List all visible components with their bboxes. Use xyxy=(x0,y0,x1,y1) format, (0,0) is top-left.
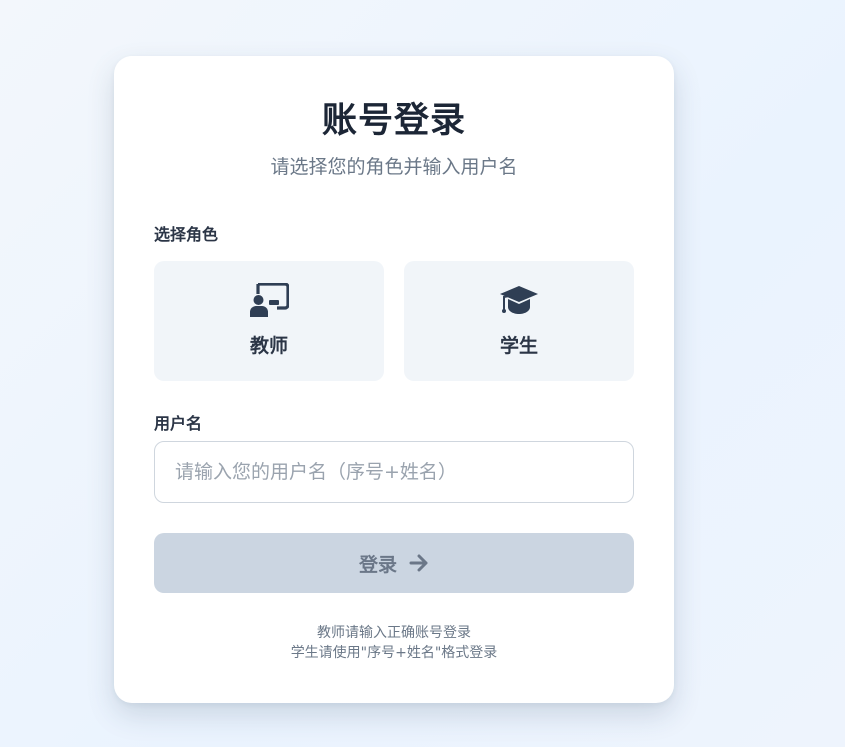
page-title: 账号登录 xyxy=(321,101,466,141)
role-student-label: 学生 xyxy=(499,335,538,357)
graduation-cap-icon xyxy=(500,286,538,314)
role-teacher-label: 教师 xyxy=(249,335,288,357)
role-option-teacher[interactable]: 教师 xyxy=(154,261,384,381)
role-section-label: 选择角色 xyxy=(154,225,219,244)
teacher-presentation-icon xyxy=(250,283,289,317)
username-label: 用户名 xyxy=(154,414,203,433)
hint-teacher: 教师请输入正确账号登录 xyxy=(317,625,471,641)
hint-student: 学生请使用"序号+姓名"格式登录 xyxy=(290,645,498,661)
login-button[interactable]: 登录 xyxy=(154,533,634,593)
login-card: 账号登录 请选择您的角色并输入用户名 选择角色 教师 学生 用户名 登录 教师请… xyxy=(114,56,674,703)
login-button-label: 登录 xyxy=(358,553,397,576)
username-input[interactable] xyxy=(154,441,634,503)
role-option-student[interactable]: 学生 xyxy=(404,261,634,381)
page-subtitle: 请选择您的角色并输入用户名 xyxy=(270,156,518,178)
arrow-right-icon xyxy=(409,554,428,572)
